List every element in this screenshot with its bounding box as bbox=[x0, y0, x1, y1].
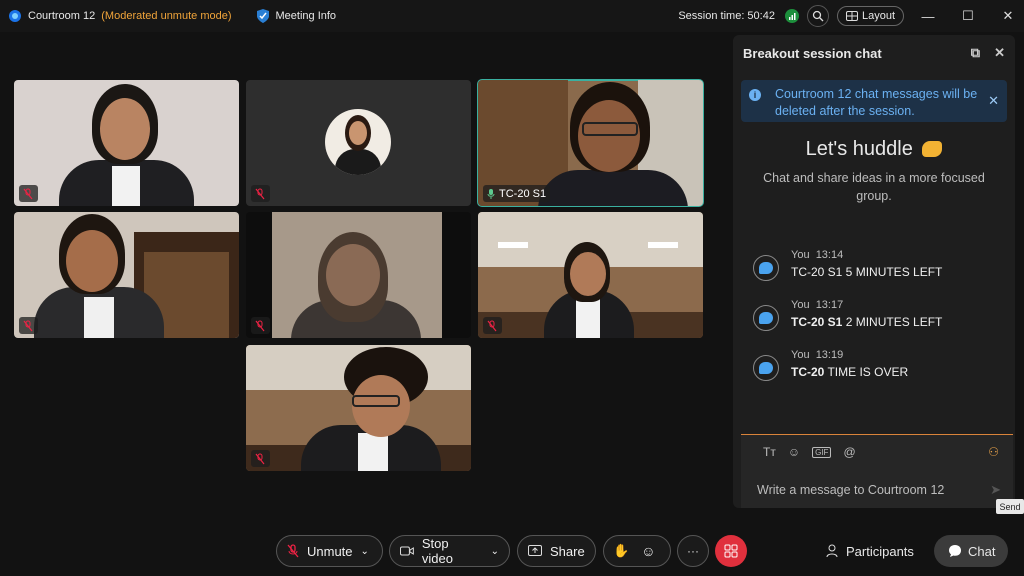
chat-message: You 13:17 TC-20 S1 2 MINUTES LEFT bbox=[753, 299, 942, 349]
close-chat-icon[interactable]: ✕ bbox=[994, 45, 1005, 61]
stop-video-button[interactable]: Stop video ⌄ bbox=[389, 535, 510, 567]
chat-message: You 13:19 TC-20 TIME IS OVER bbox=[753, 349, 942, 399]
webex-logo-icon bbox=[9, 10, 21, 22]
video-tile[interactable] bbox=[246, 80, 471, 206]
meeting-info-label: Meeting Info bbox=[275, 10, 337, 22]
participants-button[interactable]: Participants bbox=[826, 535, 914, 567]
chat-bubble-icon bbox=[753, 355, 779, 381]
huddle-heading: Let's huddle bbox=[733, 138, 1015, 161]
reactions-icon[interactable]: ☺ bbox=[641, 543, 655, 559]
message-text: TIME IS OVER bbox=[824, 365, 909, 379]
minimize-icon[interactable]: — bbox=[912, 0, 944, 32]
chevron-down-icon[interactable]: ⌄ bbox=[361, 546, 369, 557]
video-tile[interactable] bbox=[478, 212, 703, 338]
leave-meeting-button[interactable] bbox=[715, 535, 747, 567]
chat-notice: i Courtroom 12 chat messages will be del… bbox=[741, 80, 1007, 122]
chat-label: Chat bbox=[968, 543, 996, 559]
message-sender: You bbox=[791, 349, 810, 361]
message-sender: You bbox=[791, 299, 810, 311]
participants-icon bbox=[826, 544, 838, 558]
text-format-icon[interactable]: Tт bbox=[763, 445, 776, 459]
muted-mic-icon bbox=[287, 544, 299, 558]
video-tile[interactable] bbox=[246, 212, 471, 338]
huddle-subtitle: Chat and share ideas in a more focused g… bbox=[763, 171, 985, 203]
muted-mic-icon bbox=[483, 317, 502, 334]
mic-icon bbox=[487, 188, 495, 199]
share-button[interactable]: Share bbox=[517, 535, 596, 567]
message-input[interactable]: Write a message to Courtroom 12 bbox=[757, 483, 944, 497]
layout-label: Layout bbox=[861, 10, 895, 22]
unmute-label: Unmute bbox=[307, 543, 353, 559]
video-camera-icon bbox=[400, 546, 414, 556]
dismiss-notice-icon[interactable]: ✕ bbox=[988, 92, 999, 109]
chat-title: Breakout session chat bbox=[743, 45, 882, 61]
notice-text: Courtroom 12 chat messages will be delet… bbox=[775, 87, 978, 118]
video-tile[interactable] bbox=[14, 212, 239, 338]
chevron-down-icon[interactable]: ⌄ bbox=[491, 546, 499, 557]
chat-bubble-icon bbox=[753, 255, 779, 281]
handshake-icon bbox=[922, 141, 943, 157]
gif-icon[interactable]: GIF bbox=[812, 446, 832, 458]
message-time: 13:17 bbox=[815, 299, 844, 311]
reactions-group: ✋ ☺ bbox=[603, 535, 671, 567]
more-options-icon[interactable]: ··· bbox=[677, 535, 709, 567]
participant-name: TC-20 S1 bbox=[499, 187, 547, 200]
chat-icon bbox=[949, 545, 961, 557]
message-bold-text: TC-20 S1 bbox=[791, 315, 843, 329]
message-text: TC-20 S1 5 MINUTES LEFT bbox=[791, 265, 943, 279]
muted-mic-icon bbox=[251, 450, 270, 467]
pop-out-icon[interactable]: ⧉ bbox=[971, 45, 980, 61]
raise-hand-icon[interactable]: ✋ bbox=[613, 543, 629, 559]
message-sender: You bbox=[791, 249, 810, 261]
muted-mic-icon bbox=[19, 185, 38, 202]
muted-mic-icon bbox=[251, 317, 270, 334]
meeting-mode: (Moderated unmute mode) bbox=[101, 10, 232, 22]
speaker-label: TC-20 S1 bbox=[483, 185, 551, 202]
meeting-name: Courtroom 12 bbox=[28, 10, 96, 22]
title-bar: Courtroom 12 (Moderated unmute mode) Mee… bbox=[0, 0, 1024, 32]
emoji-icon[interactable]: ☺ bbox=[788, 445, 800, 459]
send-tooltip: Send bbox=[996, 499, 1024, 514]
video-tile-active-speaker[interactable]: TC-20 S1 bbox=[477, 79, 704, 207]
avatar bbox=[325, 109, 391, 175]
muted-mic-icon bbox=[19, 317, 38, 334]
layout-button[interactable]: Layout bbox=[836, 6, 904, 26]
message-composer: Tт ☺ GIF @ ⚇ Write a message to Courtroo… bbox=[741, 434, 1013, 508]
video-tile[interactable] bbox=[246, 345, 471, 471]
connection-status-icon[interactable] bbox=[784, 9, 799, 23]
chat-message: You 13:14 TC-20 S1 5 MINUTES LEFT bbox=[753, 249, 942, 299]
share-label: Share bbox=[550, 543, 585, 559]
message-bold-text: TC-20 bbox=[791, 365, 825, 379]
chat-panel: Breakout session chat ⧉ ✕ i Courtroom 12… bbox=[733, 35, 1015, 508]
stop-video-label: Stop video bbox=[421, 536, 453, 566]
apps-icon bbox=[724, 544, 738, 558]
close-icon[interactable]: ✕ bbox=[992, 0, 1024, 32]
message-list: You 13:14 TC-20 S1 5 MINUTES LEFT You 13… bbox=[753, 249, 942, 399]
recipient-icon[interactable]: ⚇ bbox=[988, 445, 999, 459]
send-icon[interactable]: ➤ bbox=[990, 482, 1001, 498]
unmute-button[interactable]: Unmute ⌄ bbox=[276, 535, 383, 567]
share-screen-icon bbox=[528, 545, 542, 556]
message-time: 13:14 bbox=[815, 249, 844, 261]
muted-mic-icon bbox=[251, 185, 270, 202]
message-time: 13:19 bbox=[815, 349, 844, 361]
layout-icon bbox=[845, 11, 858, 21]
participants-label: Participants bbox=[846, 543, 914, 559]
shield-icon bbox=[256, 9, 269, 23]
message-text: 2 MINUTES LEFT bbox=[842, 315, 943, 329]
meeting-info-button[interactable]: Meeting Info bbox=[256, 8, 337, 24]
session-time: Session time: 50:42 bbox=[678, 10, 775, 22]
search-icon[interactable] bbox=[806, 5, 829, 27]
mention-icon[interactable]: @ bbox=[843, 445, 855, 459]
maximize-icon[interactable]: ☐ bbox=[952, 0, 984, 32]
chat-button[interactable]: Chat bbox=[934, 535, 1008, 567]
video-tile[interactable] bbox=[14, 80, 239, 206]
chat-header: Breakout session chat ⧉ ✕ bbox=[733, 35, 1015, 71]
chat-bubble-icon bbox=[753, 305, 779, 331]
info-icon: i bbox=[749, 89, 761, 101]
